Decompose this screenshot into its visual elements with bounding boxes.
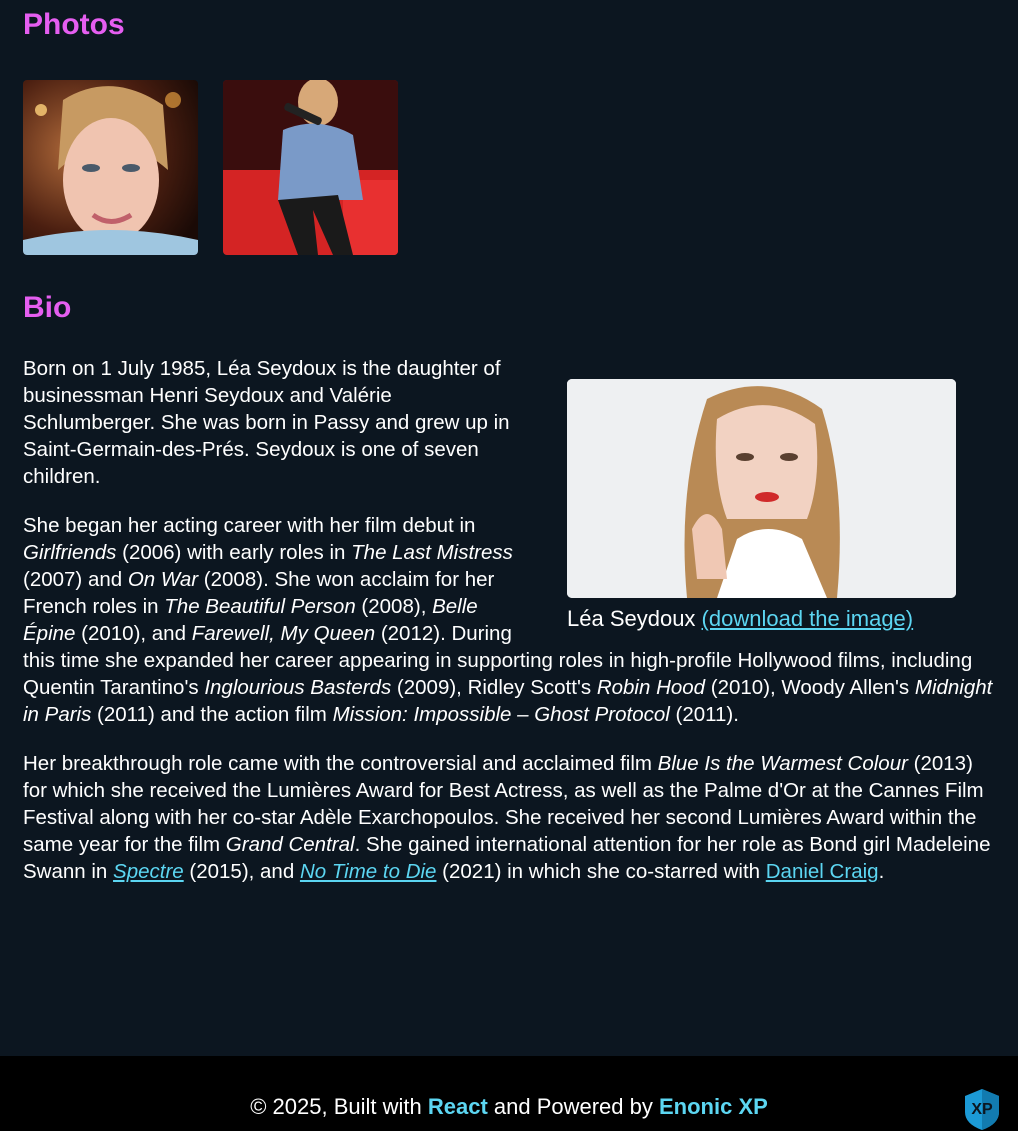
- text: She began her acting career with her fil…: [23, 514, 476, 537]
- bio-paragraph-3: Her breakthrough role came with the cont…: [23, 750, 995, 885]
- film-title: Robin Hood: [596, 676, 706, 699]
- film-title: The Last Mistress: [351, 541, 513, 564]
- footer-credits: © 2025, Built with React and Powered by …: [0, 1094, 1018, 1120]
- footer-text: © 2025, Built with: [250, 1094, 428, 1119]
- bio-heading: Bio: [23, 291, 72, 324]
- text: (2006) with early roles in: [116, 541, 352, 564]
- photo-thumbnail-portrait[interactable]: [23, 80, 198, 255]
- film-title: The Beautiful Person: [164, 595, 356, 618]
- text: (2010), and: [75, 622, 192, 645]
- photos-heading: Photos: [23, 8, 125, 41]
- daniel-craig-link[interactable]: Daniel Craig: [766, 860, 879, 883]
- portrait-image: [567, 379, 956, 598]
- text: .: [878, 860, 885, 883]
- text: (2015), and: [183, 860, 300, 883]
- text: (2008),: [355, 595, 433, 618]
- film-title: Blue Is the Warmest Colour: [657, 752, 908, 775]
- film-title: Farewell, My Queen: [191, 622, 376, 645]
- text: Her breakthrough role came with the cont…: [23, 752, 658, 775]
- film-title: On War: [127, 568, 199, 591]
- bio-image: [567, 379, 956, 598]
- film-title: Inglourious Basterds: [204, 676, 392, 699]
- text: (2021) in which she co-starred with: [436, 860, 766, 883]
- footer: © 2025, Built with React and Powered by …: [0, 1056, 1018, 1131]
- text: (2010), Woody Allen's: [705, 676, 915, 699]
- photo-thumbnail-event[interactable]: [223, 80, 398, 255]
- bio-section: Léa Seydoux (download the image) Born on…: [23, 355, 995, 907]
- text: (2009), Ridley Scott's: [391, 676, 597, 699]
- film-title: Grand Central: [225, 833, 355, 856]
- footer-text: and Powered by: [487, 1094, 659, 1119]
- no-time-to-die-link[interactable]: No Time to Die: [300, 860, 437, 883]
- text: (2007) and: [23, 568, 128, 591]
- react-link[interactable]: React: [428, 1094, 488, 1119]
- figure-caption: Léa Seydoux (download the image): [567, 604, 956, 634]
- portrait-photo-image: [23, 80, 198, 255]
- caption-text: Léa Seydoux: [567, 606, 702, 631]
- text: (2011) and the action film: [91, 703, 333, 726]
- spectre-link[interactable]: Spectre: [113, 860, 184, 883]
- bio-figure: Léa Seydoux (download the image): [567, 379, 956, 634]
- download-image-link[interactable]: (download the image): [702, 606, 914, 631]
- enonic-xp-link[interactable]: Enonic XP: [659, 1094, 768, 1119]
- film-title: Girlfriends: [23, 541, 117, 564]
- film-title: Mission: Impossible – Ghost Protocol: [332, 703, 670, 726]
- enonic-xp-logo-icon[interactable]: XP: [964, 1088, 1000, 1131]
- event-photo-image: [223, 80, 398, 255]
- logo-text: XP: [971, 1101, 993, 1118]
- text: (2011).: [669, 703, 739, 726]
